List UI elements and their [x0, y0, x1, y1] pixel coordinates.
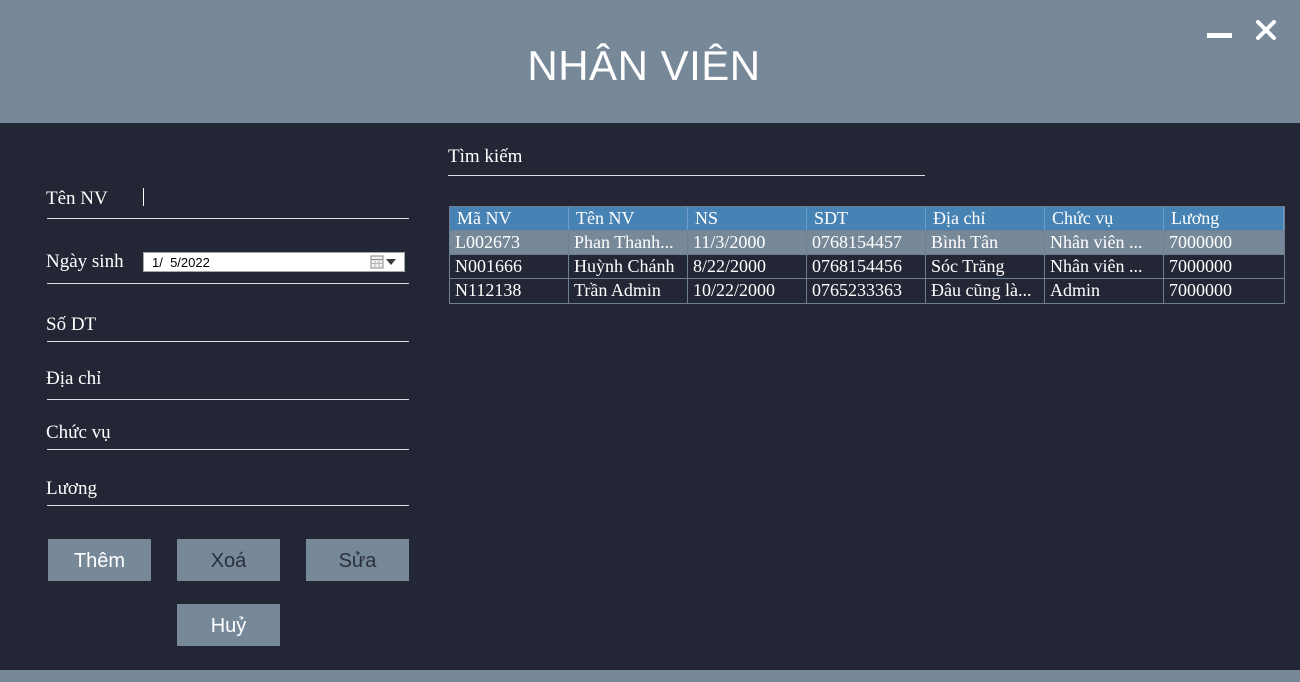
dia-chi-input[interactable] — [47, 399, 409, 400]
luong-input[interactable] — [47, 505, 409, 506]
table-cell[interactable]: Admin — [1045, 279, 1164, 303]
column-header-luong[interactable]: Lương — [1164, 207, 1284, 230]
table-row[interactable]: N112138 Trần Admin 10/22/2000 0765233363… — [450, 279, 1284, 303]
table-cell[interactable]: Nhân viên ... — [1045, 255, 1164, 278]
ngay-sinh-date-picker[interactable]: 1/ 5/2022 — [143, 252, 405, 272]
table-cell[interactable]: Huỳnh Chánh — [569, 255, 688, 278]
table-cell[interactable]: N112138 — [450, 279, 569, 303]
ten-nv-label: Tên NV — [46, 188, 108, 209]
column-header-ma-nv[interactable]: Mã NV — [450, 207, 569, 230]
page-title: NHÂN VIÊN — [527, 42, 761, 89]
table-cell[interactable]: 10/22/2000 — [688, 279, 807, 303]
table-cell[interactable]: 8/22/2000 — [688, 255, 807, 278]
chuc-vu-input[interactable] — [47, 449, 409, 450]
table-cell[interactable]: Sóc Trăng — [926, 255, 1045, 278]
ngay-sinh-label: Ngày sinh — [46, 251, 124, 272]
table-row[interactable]: N001666 Huỳnh Chánh 8/22/2000 0768154456… — [450, 255, 1284, 279]
luong-label: Lương — [46, 478, 97, 499]
table-cell[interactable]: 7000000 — [1164, 255, 1284, 278]
xoa-button[interactable]: Xoá — [177, 539, 280, 581]
them-button[interactable]: Thêm — [48, 539, 151, 581]
dia-chi-label: Địa chỉ — [46, 368, 102, 389]
calendar-dropdown-icon[interactable] — [370, 255, 400, 269]
search-input[interactable] — [448, 175, 925, 176]
table-cell[interactable]: 0768154456 — [807, 255, 926, 278]
ngay-sinh-value: 1/ 5/2022 — [152, 255, 210, 270]
chuc-vu-label: Chức vụ — [46, 422, 111, 443]
table-cell[interactable]: 11/3/2000 — [688, 231, 807, 254]
huy-button[interactable]: Huỷ — [177, 604, 280, 646]
table-cell[interactable]: N001666 — [450, 255, 569, 278]
column-header-chuc-vu[interactable]: Chức vụ — [1045, 207, 1164, 230]
table-cell[interactable]: Nhân viên ... — [1045, 231, 1164, 254]
footer-bar — [0, 670, 1300, 682]
sua-button[interactable]: Sửa — [306, 539, 409, 581]
table-cell[interactable]: Đâu cũng là... — [926, 279, 1045, 303]
column-header-ten-nv[interactable]: Tên NV — [569, 207, 688, 230]
table-row-selected[interactable]: L002673 Phan Thanh... 11/3/2000 07681544… — [450, 231, 1284, 255]
search-label: Tìm kiếm — [448, 146, 523, 167]
ten-nv-input[interactable] — [143, 188, 144, 206]
table-cell[interactable]: 0768154457 — [807, 231, 926, 254]
close-icon[interactable] — [1255, 19, 1277, 41]
table-cell[interactable]: L002673 — [450, 231, 569, 254]
employee-table: Mã NV Tên NV NS SDT Địa chỉ Chức vụ Lươn… — [449, 206, 1285, 304]
table-cell[interactable]: Trần Admin — [569, 279, 688, 303]
ten-nv-underline — [47, 218, 409, 219]
table-cell[interactable]: Bình Tân — [926, 231, 1045, 254]
minimize-icon[interactable] — [1207, 33, 1232, 38]
so-dt-input[interactable] — [47, 341, 409, 342]
ngay-sinh-underline — [47, 283, 409, 284]
so-dt-label: Số DT — [46, 314, 97, 335]
column-header-ns[interactable]: NS — [688, 207, 807, 230]
table-cell[interactable]: 7000000 — [1164, 231, 1284, 254]
column-header-dia-chi[interactable]: Địa chỉ — [926, 207, 1045, 230]
table-cell[interactable]: 0765233363 — [807, 279, 926, 303]
table-cell[interactable]: Phan Thanh... — [569, 231, 688, 254]
table-cell[interactable]: 7000000 — [1164, 279, 1284, 303]
table-header: Mã NV Tên NV NS SDT Địa chỉ Chức vụ Lươn… — [450, 207, 1284, 231]
column-header-sdt[interactable]: SDT — [807, 207, 926, 230]
